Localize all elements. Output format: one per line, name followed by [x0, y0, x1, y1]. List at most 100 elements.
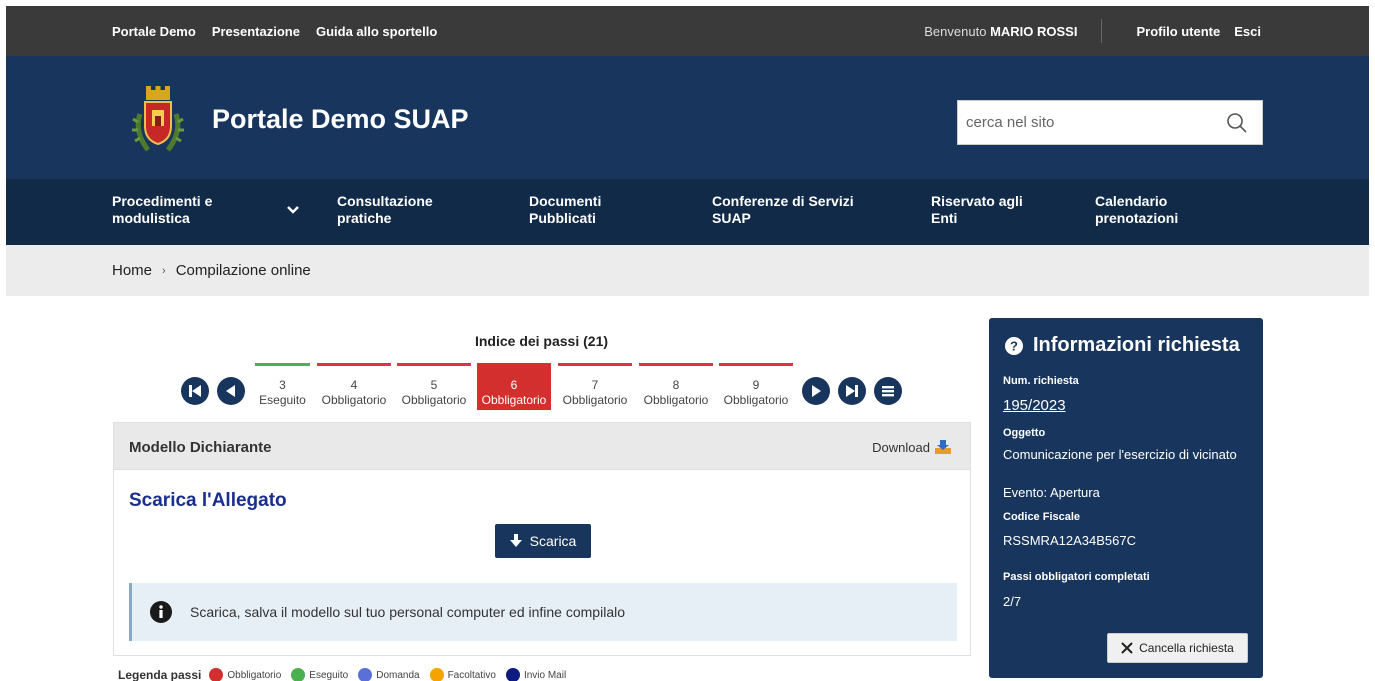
nav-item-riservato[interactable]: Riservato agli Enti	[931, 193, 1041, 227]
steps-menu-button[interactable]	[874, 377, 902, 405]
question-icon: ?	[1005, 336, 1023, 355]
skip-back-icon	[189, 385, 201, 397]
next-step-button[interactable]	[802, 377, 830, 405]
skip-forward-icon	[846, 385, 858, 397]
step-9[interactable]: 9 Obbligatorio	[719, 363, 793, 410]
close-icon	[1121, 642, 1133, 654]
top-divider	[1101, 19, 1103, 43]
play-forward-icon	[812, 385, 821, 397]
step-8[interactable]: 8 Obbligatorio	[639, 363, 713, 410]
step-4[interactable]: 4 Obbligatorio	[317, 363, 391, 410]
breadcrumb-current: Compilazione online	[175, 262, 311, 279]
top-link-portale-demo[interactable]: Portale Demo	[112, 24, 196, 39]
step-status: Obbligatorio	[481, 393, 547, 407]
codice-fiscale-value: RSSMRA12A34B567C	[1003, 533, 1136, 548]
chevron-down-icon[interactable]	[286, 205, 300, 215]
legend-label-obbligatorio: Obbligatorio	[227, 669, 282, 681]
scarica-button[interactable]: Scarica	[495, 524, 591, 558]
steps-legend: Legenda passi Obbligatorio Eseguito Doma…	[118, 668, 576, 681]
sidebar-header: ? Informazioni richiesta	[1005, 334, 1240, 357]
nav-item-consultazione[interactable]: Consultazione pratiche	[337, 193, 467, 227]
sidebar-title: Informazioni richiesta	[1033, 334, 1240, 356]
breadcrumb: Home › Compilazione online	[6, 245, 1369, 296]
step-status: Obbligatorio	[401, 393, 467, 407]
legend-dot-eseguito	[291, 668, 306, 681]
main-nav: Procedimenti e modulistica Consultazione…	[6, 179, 1369, 245]
first-step-button[interactable]	[181, 377, 209, 405]
info-box: Scarica, salva il modello sul tuo person…	[129, 583, 957, 641]
cancel-request-label: Cancella richiesta	[1139, 641, 1234, 655]
legend-label-facoltativo: Facoltativo	[447, 669, 496, 681]
legend-dot-domanda	[358, 668, 373, 681]
step-number: 7	[591, 378, 599, 392]
list-icon	[882, 386, 894, 397]
search-input[interactable]	[958, 101, 1218, 144]
download-link[interactable]: Download	[872, 439, 952, 455]
legend-dot-obbligatorio	[209, 668, 224, 681]
download-label: Download	[872, 439, 930, 455]
num-richiesta-link[interactable]: 195/2023	[1003, 397, 1066, 414]
breadcrumb-home[interactable]: Home	[112, 262, 152, 279]
steps-title: Indice dei passi (21)	[474, 333, 609, 349]
step-number: 5	[430, 378, 438, 392]
section-title: Scarica l'Allegato	[129, 490, 287, 511]
top-link-guida[interactable]: Guida allo sportello	[316, 24, 437, 39]
info-icon	[150, 601, 172, 623]
site-title[interactable]: Portale Demo SUAP	[212, 104, 469, 135]
last-step-button[interactable]	[838, 377, 866, 405]
user-area: Benvenuto MARIO ROSSI Profilo utente Esc…	[924, 6, 1261, 56]
oggetto-label: Oggetto	[1003, 427, 1046, 439]
passi-label: Passi obbligatori completati	[1003, 571, 1150, 583]
municipal-crest-icon[interactable]	[130, 84, 186, 156]
request-info-sidebar: ? Informazioni richiesta Num. richiesta …	[989, 318, 1263, 678]
cancel-request-button[interactable]: Cancella richiesta	[1107, 633, 1248, 663]
passi-value: 2/7	[1003, 594, 1022, 609]
step-number: 3	[279, 378, 286, 392]
step-status: Obbligatorio	[321, 393, 387, 407]
model-panel: Modello Dichiarante Download Scarica l'A…	[113, 422, 971, 656]
step-number: 4	[350, 378, 358, 392]
step-6-current[interactable]: 6 Obbligatorio	[477, 363, 551, 410]
step-status: Eseguito	[259, 393, 306, 407]
legend-dot-facoltativo	[429, 668, 444, 681]
play-back-icon	[226, 385, 235, 397]
search-box	[957, 100, 1263, 145]
panel-header: Modello Dichiarante Download	[114, 423, 970, 470]
step-status: Obbligatorio	[562, 393, 628, 407]
legend-label-eseguito: Eseguito	[309, 669, 349, 681]
nav-item-documenti[interactable]: Documenti Pubblicati	[529, 193, 639, 227]
site-header: Portale Demo SUAP	[6, 56, 1369, 179]
nav-item-procedimenti[interactable]: Procedimenti e modulistica	[112, 193, 262, 227]
step-number: 6	[510, 378, 518, 392]
download-icon	[935, 440, 951, 454]
legend-title: Legenda passi	[118, 668, 202, 681]
nav-item-calendario[interactable]: Calendario prenotazioni	[1095, 193, 1215, 227]
top-links: Portale Demo Presentazione Guida allo sp…	[112, 6, 437, 56]
step-status: Obbligatorio	[723, 393, 789, 407]
search-icon[interactable]	[1226, 112, 1248, 134]
evento-value: Evento: Apertura	[1003, 485, 1100, 500]
step-3[interactable]: 3 Eseguito	[255, 363, 310, 410]
arrow-down-icon	[509, 534, 522, 547]
legend-label-domanda: Domanda	[376, 669, 420, 681]
oggetto-value: Comunicazione per l'esercizio di vicinat…	[1003, 447, 1237, 462]
breadcrumb-separator: ›	[162, 264, 166, 277]
nav-item-conferenze[interactable]: Conferenze di Servizi SUAP	[712, 193, 882, 227]
info-text: Scarica, salva il modello sul tuo person…	[190, 604, 625, 620]
step-5[interactable]: 5 Obbligatorio	[397, 363, 471, 410]
panel-title: Modello Dichiarante	[129, 439, 272, 456]
prev-step-button[interactable]	[217, 377, 245, 405]
profile-link[interactable]: Profilo utente	[1136, 24, 1220, 39]
step-7[interactable]: 7 Obbligatorio	[558, 363, 632, 410]
step-number: 8	[672, 378, 680, 392]
logout-link[interactable]: Esci	[1234, 24, 1261, 39]
user-name: MARIO ROSSI	[990, 23, 1078, 39]
legend-dot-invio-mail	[505, 668, 520, 681]
scarica-label: Scarica	[529, 533, 577, 549]
welcome-prefix: Benvenuto	[924, 23, 987, 39]
top-link-presentazione[interactable]: Presentazione	[212, 24, 300, 39]
step-number: 9	[752, 378, 760, 392]
codice-fiscale-label: Codice Fiscale	[1003, 511, 1081, 523]
top-bar: Portale Demo Presentazione Guida allo sp…	[6, 6, 1369, 56]
svg-text:?: ?	[1010, 338, 1018, 353]
